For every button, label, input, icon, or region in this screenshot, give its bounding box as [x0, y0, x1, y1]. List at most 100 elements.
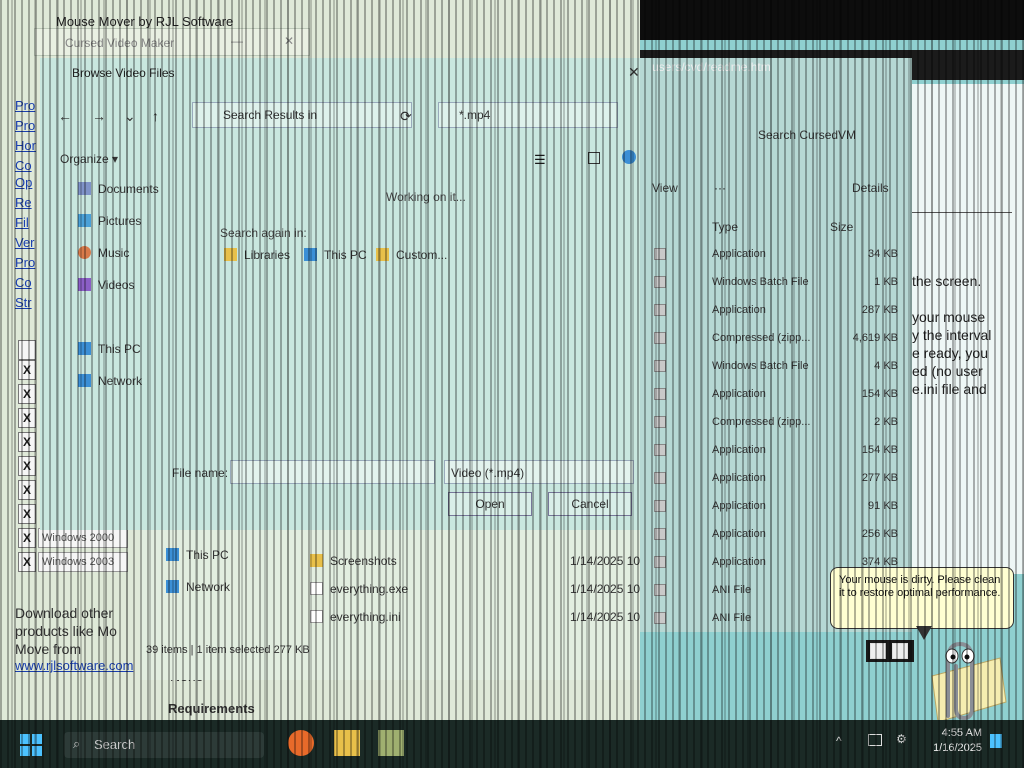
address-text[interactable]: users/cvd/readme.htm [652, 60, 771, 74]
link-item[interactable]: Str [15, 295, 32, 310]
address-bar[interactable]: Search Results in [192, 102, 412, 128]
close-button[interactable]: ✕ [279, 31, 299, 51]
firefox-icon[interactable] [288, 730, 314, 756]
column-header-size[interactable]: Size [830, 220, 853, 234]
link-item[interactable]: Op [15, 175, 32, 190]
link-item[interactable]: Ver [15, 235, 35, 250]
folder-icon [310, 554, 323, 567]
chevron-down-icon[interactable]: ⌄ [124, 108, 136, 125]
file-list-row[interactable]: Application 277 KB [640, 464, 912, 492]
checkbox-x[interactable]: X [18, 504, 36, 524]
minimize-button[interactable]: — [227, 31, 247, 51]
checkbox-x[interactable]: X [18, 552, 36, 572]
link-item[interactable]: Co [15, 158, 32, 173]
details-toggle[interactable]: Details [852, 181, 889, 195]
browse-video-dialog: Browse Video Files ✕ ← → ⌄ ↑ Search Resu… [40, 58, 640, 530]
search-input[interactable]: Search CursedVM [758, 128, 856, 142]
checkbox-x[interactable]: X [18, 432, 36, 452]
file-icon [654, 500, 666, 512]
tree-item-pictures[interactable]: Pictures [78, 214, 141, 228]
checkbox-x[interactable]: X [18, 528, 36, 548]
settings-icon[interactable]: ⚙ [896, 732, 907, 746]
file-list-row[interactable]: Application 91 KB [640, 492, 912, 520]
tree-item-this-pc[interactable]: This PC [78, 342, 141, 356]
link-item[interactable]: Pro [15, 255, 35, 270]
tree-item-network[interactable]: Network [166, 580, 230, 594]
chevron-up-icon[interactable]: ^ [836, 734, 842, 748]
file-row[interactable]: everything.exe 1/14/2025 10:43 PM [310, 582, 678, 596]
link-item[interactable]: Pro [15, 118, 35, 133]
link-item[interactable]: Fil [15, 215, 29, 230]
filetype-select[interactable]: Video (*.mp4) [444, 460, 634, 484]
file-list-pane: users/cvd/readme.htm Search CursedVM Vie… [640, 58, 912, 632]
file-size: 34 KB [868, 248, 898, 260]
clippy-paperclip-icon[interactable] [908, 630, 1008, 722]
link-item[interactable]: Co [15, 275, 32, 290]
forward-arrow-icon[interactable]: → [92, 108, 106, 124]
tree-item-music[interactable]: Music [78, 246, 129, 260]
tree-item-this-pc[interactable]: This PC [166, 548, 229, 562]
clippy-speech-bubble[interactable]: Your mouse is dirty. Please clean it to … [830, 567, 1014, 629]
taskbar-search[interactable]: ⌕ Search [64, 732, 264, 758]
checkbox-x[interactable]: X [18, 408, 36, 428]
readme-text: the screen. your mouse y the interval e … [912, 273, 992, 397]
window-title: Mouse Mover by RJL Software [56, 14, 234, 29]
link-item[interactable]: Pro [15, 98, 35, 113]
file-list-row[interactable]: Compressed (zipp... 4,619 KB [640, 324, 912, 352]
file-list-row[interactable]: Application 256 KB [640, 520, 912, 548]
tree-item-documents[interactable]: Documents [78, 182, 159, 196]
preview-icon[interactable] [892, 643, 908, 659]
promo-text: Download other products like Mo Move fro… [15, 605, 117, 657]
tree-label: Videos [98, 278, 135, 292]
file-icon [654, 612, 666, 624]
tree-item-videos[interactable]: Videos [78, 278, 134, 292]
requirements-heading: Requirements [168, 701, 255, 716]
file-row[interactable]: Screenshots 1/14/2025 10:43 PM [310, 554, 678, 568]
promo-link[interactable]: www.rjlsoftware.com [15, 658, 133, 673]
up-arrow-icon[interactable]: ↑ [152, 108, 159, 124]
refresh-icon[interactable]: ⟳ [400, 108, 412, 125]
file-list-row[interactable]: Windows Batch File 1 KB [640, 268, 912, 296]
checkbox-x[interactable]: X [18, 480, 36, 500]
link-item[interactable]: Hor [15, 138, 36, 153]
notification-icon[interactable] [990, 734, 1002, 748]
view-options-icon[interactable]: ☰ [534, 152, 546, 168]
organize-menu[interactable]: Organize ▾ [60, 152, 118, 166]
search-again-custom[interactable]: Custom... [376, 248, 447, 262]
more-options[interactable]: ··· [714, 181, 726, 195]
file-list-row[interactable]: Application 34 KB [640, 240, 912, 268]
view-menu[interactable]: View [652, 181, 678, 195]
file-list-row[interactable]: Application 154 KB [640, 380, 912, 408]
cancel-button[interactable]: Cancel [548, 492, 632, 516]
dialog-close-button[interactable]: ✕ [628, 64, 640, 81]
help-icon[interactable] [622, 150, 636, 164]
file-list-row[interactable]: Application 154 KB [640, 436, 912, 464]
start-windows-icon[interactable] [20, 734, 42, 756]
system-clock[interactable]: 4:55 AM 1/16/2025 [920, 726, 982, 756]
search-again-libraries[interactable]: Libraries [224, 248, 290, 262]
file-list-row[interactable]: Compressed (zipp... 2 KB [640, 408, 912, 436]
back-arrow-icon[interactable]: ← [58, 108, 72, 124]
column-header-type[interactable]: Type [712, 220, 738, 234]
filename-input[interactable] [230, 460, 435, 484]
file-list-row[interactable]: Application 287 KB [640, 296, 912, 324]
checkbox-x[interactable]: X [18, 360, 36, 380]
link-item[interactable]: Re [15, 195, 32, 210]
clock-time: 4:55 AM [941, 727, 982, 739]
tree-item-network[interactable]: Network [78, 374, 142, 388]
checkbox-empty[interactable] [18, 340, 36, 360]
file-row[interactable]: everything.ini 1/14/2025 10:43 PM [310, 610, 678, 624]
search-input[interactable]: *.mp4 [438, 102, 618, 128]
monitor-icon[interactable] [868, 734, 882, 746]
checkbox-x[interactable]: X [18, 456, 36, 476]
open-button[interactable]: Open [448, 492, 532, 516]
file-explorer-icon[interactable] [334, 730, 360, 756]
checkbox-x[interactable]: X [18, 384, 36, 404]
app-icon[interactable] [378, 730, 404, 756]
file-size: 4 KB [874, 360, 898, 372]
file-list-row[interactable]: Windows Batch File 4 KB [640, 352, 912, 380]
preview-pane-icon[interactable] [588, 152, 600, 164]
list-view-icon[interactable] [870, 643, 886, 659]
search-again-this-pc[interactable]: This PC [304, 248, 367, 262]
file-icon [310, 582, 323, 595]
